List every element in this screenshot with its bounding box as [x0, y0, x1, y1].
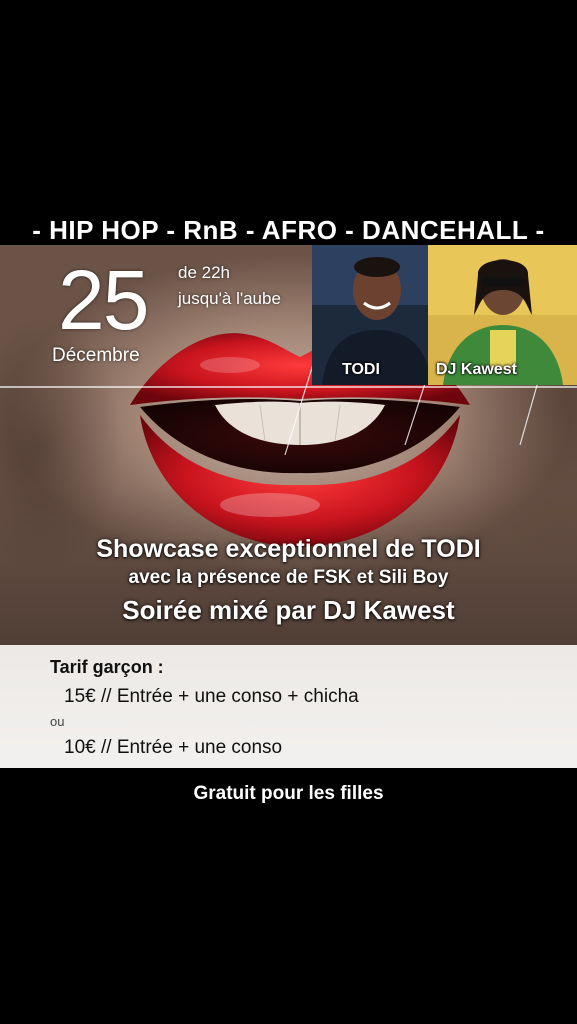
price-option-2: 10€ // Entrée + une conso — [64, 737, 283, 758]
artist-name-dj-kawest: DJ Kawest — [436, 361, 517, 378]
event-month: Décembre — [52, 345, 140, 366]
event-day: 25 — [58, 253, 149, 347]
start-time: de 22h — [178, 263, 230, 282]
headline-guests: avec la présence de FSK et Sili Boy — [128, 567, 449, 588]
artist-photo-dj-kawest: DJ Kawest — [428, 245, 577, 385]
pricing-panel: Tarif garçon : 15€ // Entrée + une conso… — [0, 645, 577, 768]
artist-photo-todi: TODI — [312, 245, 442, 385]
free-for-girls-notice: Gratuit pour les filles — [193, 783, 384, 804]
end-time: jusqu'à l'aube — [178, 289, 281, 308]
headline-dj: Soirée mixé par DJ Kawest — [122, 595, 455, 625]
artist-name-todi: TODI — [342, 361, 380, 378]
pricing-label: Tarif garçon : — [50, 657, 164, 677]
headline-showcase: Showcase exceptionnel de TODI — [96, 535, 481, 563]
price-option-1: 15€ // Entrée + une conso + chicha — [64, 686, 359, 707]
price-separator: ou — [50, 714, 65, 729]
genres-banner: - HIP HOP - RnB - AFRO - DANCEHALL - — [32, 215, 545, 245]
flyer-image: 25 Décembre de 22h jusqu'à l'aube TODI D… — [0, 245, 577, 645]
